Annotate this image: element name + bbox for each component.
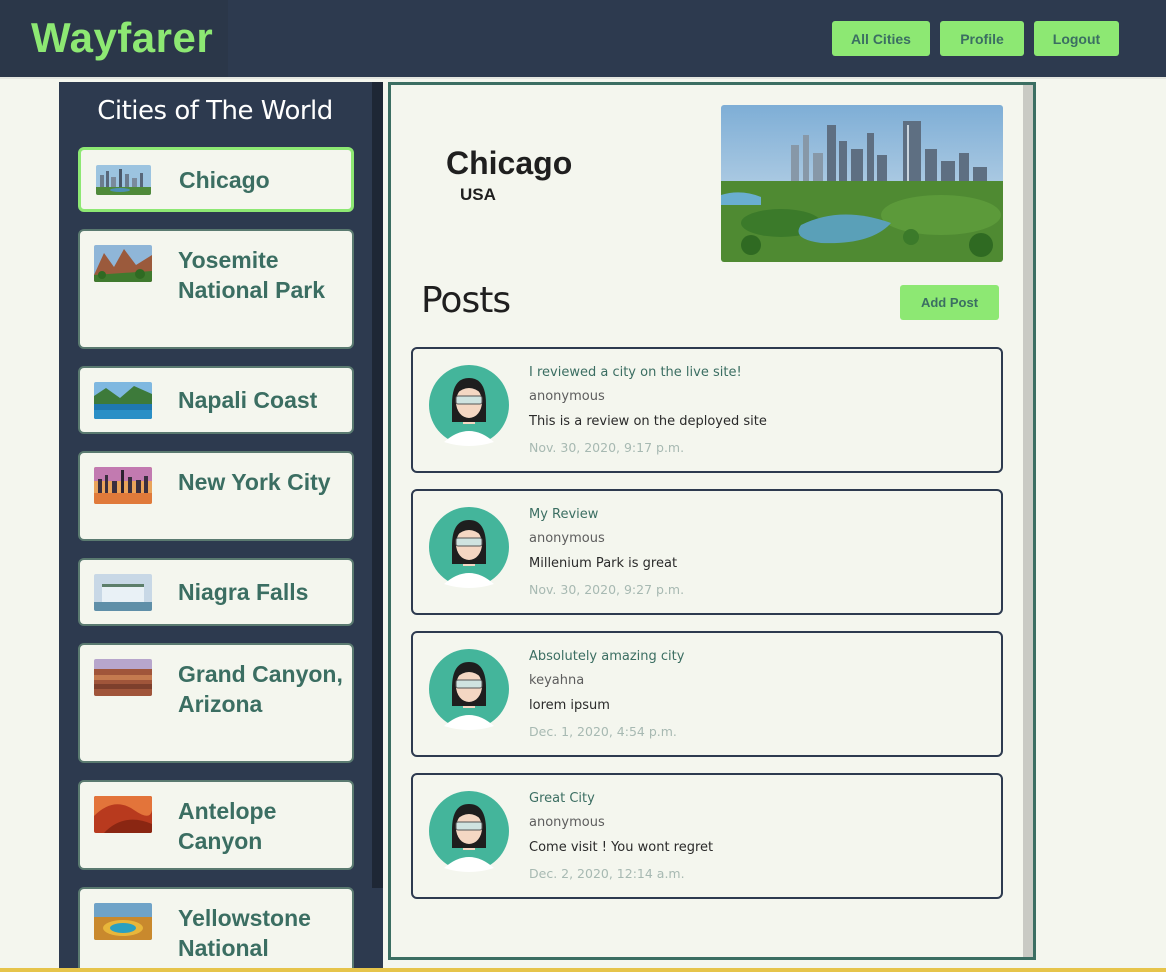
- city-name: Napali Coast: [178, 387, 318, 413]
- post-body: Come visit ! You wont regret: [529, 840, 714, 855]
- new-york-thumbnail-image: [94, 467, 152, 504]
- post-date: Dec. 1, 2020, 4:54 p.m.: [529, 724, 677, 739]
- post-card[interactable]: Great City anonymous Come visit ! You wo…: [411, 773, 1003, 899]
- city-name: Antelope Canyon: [178, 798, 277, 854]
- city-card-yosemite[interactable]: Yosemite National Park: [78, 229, 354, 349]
- post-author: anonymous: [529, 531, 605, 546]
- post-date: Dec. 2, 2020, 12:14 a.m.: [529, 866, 685, 881]
- sidebar-scrollbar[interactable]: [372, 82, 383, 888]
- post-card[interactable]: I reviewed a city on the live site! anon…: [411, 347, 1003, 473]
- city-thumbnail: [94, 796, 152, 833]
- posts-heading: Posts: [421, 280, 511, 321]
- all-cities-button[interactable]: All Cities: [832, 21, 930, 56]
- city-card-new-york[interactable]: New York City: [78, 451, 354, 541]
- city-thumbnail: [94, 467, 152, 504]
- profile-button[interactable]: Profile: [940, 21, 1024, 56]
- post-title[interactable]: My Review: [529, 507, 598, 522]
- main-scrollbar[interactable]: [1023, 85, 1033, 957]
- brand-logo[interactable]: Wayfarer: [0, 0, 228, 77]
- city-thumbnail: [94, 382, 152, 419]
- city-card-niagra-falls[interactable]: Niagra Falls: [78, 558, 354, 626]
- city-card-grand-canyon[interactable]: Grand Canyon, Arizona: [78, 643, 354, 763]
- post-card[interactable]: Absolutely amazing city keyahna lorem ip…: [411, 631, 1003, 757]
- chicago-skyline-image: [721, 105, 1003, 262]
- city-title: Chicago: [446, 145, 573, 181]
- header-divider: [0, 77, 1166, 79]
- logout-button[interactable]: Logout: [1034, 21, 1119, 56]
- sidebar-title: Cities of The World: [97, 96, 333, 126]
- cities-sidebar: Cities of The World Chicago Yosemite Nat…: [59, 82, 383, 972]
- bottom-strip: [0, 968, 1166, 972]
- napali-thumbnail-image: [94, 382, 152, 419]
- user-avatar-icon: [428, 506, 510, 588]
- city-country: USA: [460, 185, 496, 204]
- chicago-thumbnail-image: [96, 165, 151, 195]
- user-avatar-icon: [428, 364, 510, 446]
- post-title[interactable]: I reviewed a city on the live site!: [529, 365, 742, 380]
- add-post-button[interactable]: Add Post: [900, 285, 999, 320]
- antelope-thumbnail-image: [94, 796, 152, 833]
- post-card[interactable]: My Review anonymous Millenium Park is gr…: [411, 489, 1003, 615]
- sidebar-scrollbar-track[interactable]: [372, 888, 383, 972]
- post-body: This is a review on the deployed site: [529, 414, 767, 429]
- navbar: Wayfarer All Cities Profile Logout: [0, 0, 1166, 77]
- post-author: anonymous: [529, 815, 605, 830]
- city-name: Grand Canyon, Arizona: [178, 661, 343, 717]
- niagra-thumbnail-image: [94, 574, 152, 611]
- city-name: Yosemite National Park: [178, 247, 325, 303]
- yellowstone-thumbnail-image: [94, 903, 152, 940]
- city-card-antelope-canyon[interactable]: Antelope Canyon: [78, 780, 354, 870]
- city-card-yellowstone[interactable]: Yellowstone National: [78, 887, 354, 972]
- city-card-chicago[interactable]: Chicago: [78, 147, 354, 212]
- post-date: Nov. 30, 2020, 9:17 p.m.: [529, 440, 685, 455]
- post-body: lorem ipsum: [529, 698, 610, 713]
- post-author: keyahna: [529, 673, 585, 688]
- city-thumbnail: [94, 659, 152, 696]
- city-thumbnail: [94, 903, 152, 940]
- post-title[interactable]: Absolutely amazing city: [529, 649, 684, 664]
- user-avatar-icon: [428, 790, 510, 872]
- city-thumbnail: [94, 245, 152, 282]
- user-avatar-icon: [428, 648, 510, 730]
- post-body: Millenium Park is great: [529, 556, 678, 571]
- city-name: Niagra Falls: [178, 579, 309, 605]
- grand-canyon-thumbnail-image: [94, 659, 152, 696]
- yosemite-thumbnail-image: [94, 245, 152, 282]
- city-card-napali[interactable]: Napali Coast: [78, 366, 354, 434]
- city-name: Yellowstone National: [178, 905, 311, 961]
- city-thumbnail: [94, 574, 152, 611]
- post-author: anonymous: [529, 389, 605, 404]
- city-photo: [721, 105, 1003, 262]
- city-name: Chicago: [179, 167, 270, 193]
- city-thumbnail: [96, 165, 151, 195]
- city-name: New York City: [178, 469, 331, 495]
- post-title[interactable]: Great City: [529, 791, 595, 806]
- city-detail-panel: Chicago USA Posts Add Post I reviewed a …: [388, 82, 1036, 960]
- post-date: Nov. 30, 2020, 9:27 p.m.: [529, 582, 685, 597]
